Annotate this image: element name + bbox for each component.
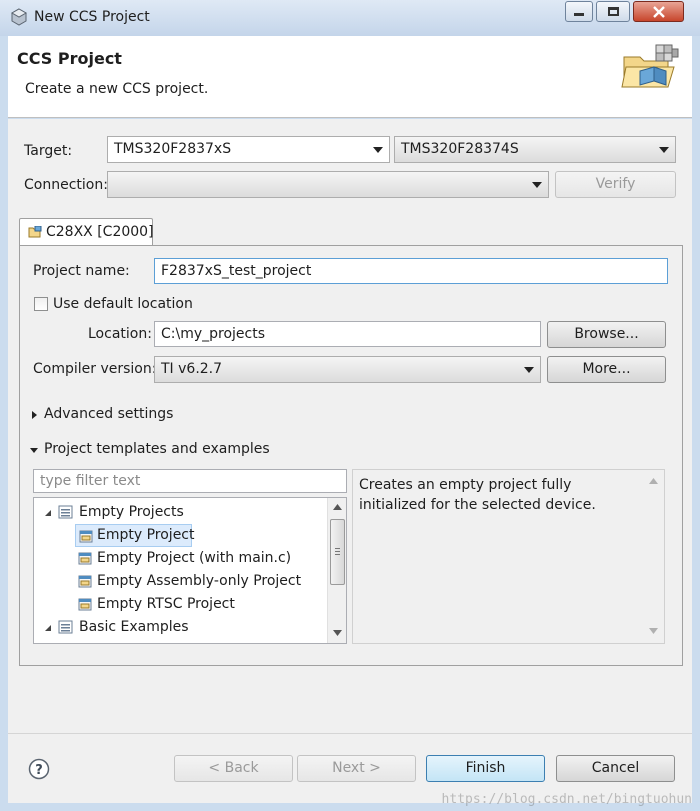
- compiler-version-select[interactable]: TI v6.2.7: [154, 356, 541, 383]
- project-templates-toggle[interactable]: Project templates and examples: [30, 441, 270, 461]
- template-folder-icon: [58, 620, 73, 634]
- expand-arrow-icon: [32, 411, 37, 419]
- template-description-panel: Creates an empty project fully initializ…: [352, 469, 665, 644]
- tree-item-label: Empty Assembly-only Project: [97, 573, 302, 589]
- project-template-icon: [78, 552, 92, 565]
- tree-item-label: Empty RTSC Project: [97, 596, 235, 612]
- connection-label: Connection:: [24, 177, 108, 193]
- advanced-settings-toggle[interactable]: Advanced settings: [32, 406, 192, 426]
- tree-item-label: Empty Project (with main.c): [97, 550, 292, 566]
- template-folder-icon: [58, 505, 73, 519]
- template-tree[interactable]: Empty Projects Empty Project Empty Proje: [33, 497, 347, 644]
- compiler-version-value: TI v6.2.7: [161, 361, 223, 377]
- tab-label: C28XX [C2000]: [46, 224, 154, 240]
- compiler-version-label: Compiler version:: [33, 361, 157, 377]
- tree-item-empty-projects[interactable]: Empty Projects: [34, 501, 324, 524]
- tab-panel: Project name: F2837xS_test_project Use d…: [19, 245, 683, 666]
- scroll-up-icon[interactable]: [649, 478, 658, 484]
- window-title-bar[interactable]: New CCS Project: [0, 0, 700, 36]
- wizard-header: CCS Project Create a new CCS project.: [8, 36, 692, 118]
- page-subtitle: Create a new CCS project.: [25, 81, 209, 97]
- target-device-value: TMS320F28374S: [401, 141, 519, 157]
- tree-item-basic-examples[interactable]: Basic Examples: [34, 616, 324, 639]
- dialog-content: Target: TMS320F2837xS TMS320F28374S Conn…: [8, 119, 692, 803]
- watermark-text: https://blog.csdn.net/bingtuohun: [441, 792, 692, 807]
- project-name-value: F2837xS_test_project: [161, 263, 312, 279]
- target-family-select[interactable]: TMS320F2837xS: [107, 136, 390, 163]
- connection-select[interactable]: [107, 171, 549, 198]
- default-location-checkbox[interactable]: [34, 297, 48, 311]
- browse-button[interactable]: Browse...: [547, 321, 666, 348]
- app-logo-icon: [10, 8, 28, 26]
- minimize-button[interactable]: [565, 1, 593, 22]
- tree-item-empty-assembly-project[interactable]: Empty Assembly-only Project: [75, 570, 325, 593]
- scroll-down-icon[interactable]: [333, 630, 342, 636]
- svg-text:?: ?: [35, 763, 43, 778]
- help-icon[interactable]: ?: [28, 758, 50, 780]
- scroll-up-icon[interactable]: [333, 504, 342, 510]
- tree-item-empty-project-with-main[interactable]: Empty Project (with main.c): [75, 547, 325, 570]
- next-button[interactable]: Next >: [297, 755, 416, 782]
- minimize-icon: [574, 13, 584, 16]
- scroll-down-icon[interactable]: [649, 628, 658, 634]
- new-project-wizard-icon: [621, 44, 679, 88]
- dropdown-arrow-icon: [524, 367, 534, 373]
- location-value: C:\my_projects: [161, 326, 266, 342]
- project-template-icon: [78, 575, 92, 588]
- target-family-value: TMS320F2837xS: [114, 141, 232, 157]
- tree-scrollbar[interactable]: [327, 498, 346, 643]
- maximize-button[interactable]: [596, 1, 630, 22]
- verify-button[interactable]: Verify: [555, 171, 676, 198]
- tree-item-label: Basic Examples: [79, 619, 189, 635]
- template-filter-input[interactable]: type filter text: [33, 469, 347, 493]
- template-description-text: Creates an empty project fully initializ…: [359, 477, 596, 513]
- footer-divider: [8, 733, 692, 734]
- location-label: Location:: [88, 326, 152, 342]
- advanced-settings-label: Advanced settings: [44, 406, 174, 422]
- dropdown-arrow-icon: [532, 182, 542, 188]
- target-device-select[interactable]: TMS320F28374S: [394, 136, 676, 163]
- window-title: New CCS Project: [34, 9, 150, 25]
- default-location-label: Use default location: [53, 296, 193, 312]
- dropdown-arrow-icon: [659, 147, 669, 153]
- project-template-icon: [78, 598, 92, 611]
- folder-icon: [28, 226, 42, 238]
- tab-c28xx[interactable]: C28XX [C2000]: [19, 218, 154, 246]
- scroll-thumb[interactable]: [330, 519, 345, 585]
- close-button[interactable]: [633, 1, 684, 22]
- tree-item-empty-project[interactable]: Empty Project: [75, 524, 195, 547]
- dropdown-arrow-icon: [373, 147, 383, 153]
- collapse-arrow-icon: [45, 510, 51, 516]
- more-button[interactable]: More...: [547, 356, 666, 383]
- project-templates-label: Project templates and examples: [44, 441, 270, 457]
- collapse-arrow-icon: [45, 625, 51, 631]
- finish-button[interactable]: Finish: [426, 755, 545, 782]
- cancel-button[interactable]: Cancel: [556, 755, 675, 782]
- back-button[interactable]: < Back: [174, 755, 293, 782]
- project-name-input[interactable]: F2837xS_test_project: [154, 258, 668, 284]
- collapse-arrow-icon: [30, 448, 38, 453]
- maximize-icon: [607, 7, 619, 16]
- tree-item-label: Empty Project: [97, 527, 195, 543]
- tree-item-empty-rtsc-project[interactable]: Empty RTSC Project: [75, 593, 325, 616]
- location-input[interactable]: C:\my_projects: [154, 321, 541, 347]
- tree-item-label: Empty Projects: [79, 504, 184, 520]
- project-template-icon: [79, 530, 93, 543]
- target-label: Target:: [24, 143, 73, 159]
- project-name-label: Project name:: [33, 263, 130, 279]
- page-title: CCS Project: [17, 49, 122, 68]
- close-icon: [652, 5, 665, 18]
- template-filter-placeholder: type filter text: [40, 473, 141, 489]
